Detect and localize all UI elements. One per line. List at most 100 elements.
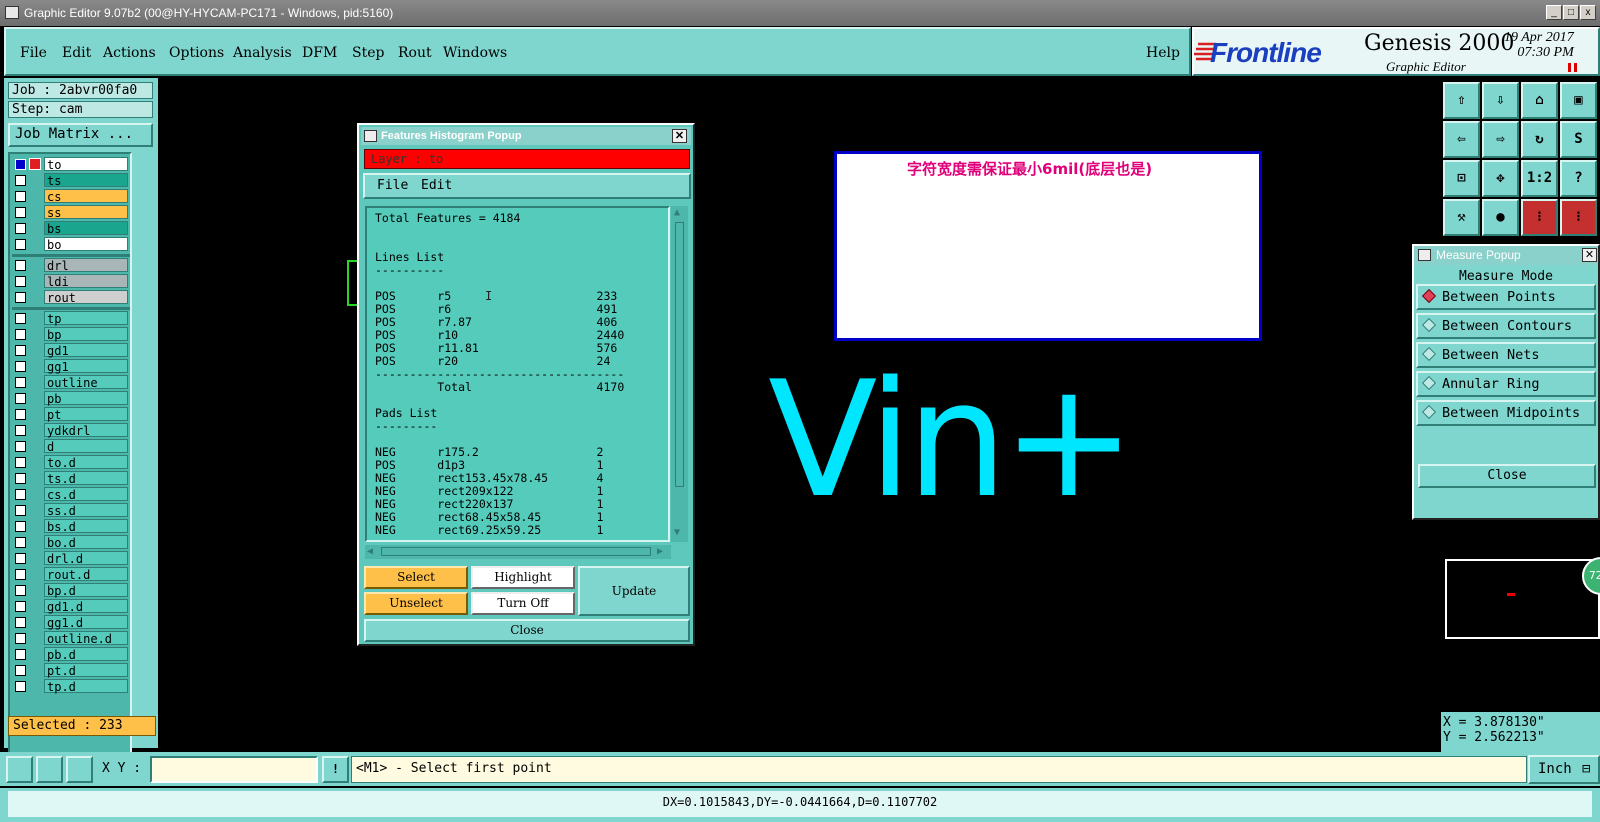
option-between-contours[interactable]: Between Contours bbox=[1416, 313, 1596, 339]
layer-row[interactable]: gd1.d bbox=[12, 599, 130, 614]
layer-row[interactable]: gd1 bbox=[12, 343, 130, 358]
layer-row[interactable]: pb.d bbox=[12, 647, 130, 662]
layer-checkbox[interactable] bbox=[15, 313, 26, 324]
highlight-button[interactable]: Highlight bbox=[471, 566, 575, 589]
unselect-button[interactable]: Unselect bbox=[364, 592, 468, 615]
hscroll-thumb[interactable] bbox=[381, 547, 651, 556]
layer-checkbox[interactable] bbox=[15, 553, 26, 564]
redraw-icon[interactable]: S bbox=[1560, 121, 1597, 158]
layer-row[interactable]: to.d bbox=[12, 455, 130, 470]
vertical-scrollbar[interactable]: ▲ ▼ bbox=[671, 206, 688, 542]
angle-icon[interactable] bbox=[36, 756, 63, 783]
zoom-in-icon[interactable]: ✥ bbox=[1482, 160, 1519, 197]
layer-row[interactable]: pt bbox=[12, 407, 130, 422]
layer-checkbox[interactable] bbox=[15, 239, 26, 250]
layer-row[interactable]: bs bbox=[12, 221, 130, 236]
layer-checkbox[interactable] bbox=[15, 223, 26, 234]
layer-row[interactable]: cs.d bbox=[12, 487, 130, 502]
option-between-midpoints[interactable]: Between Midpoints bbox=[1416, 400, 1596, 426]
units-select[interactable]: Inch ⊟ bbox=[1528, 755, 1600, 784]
popup-menu-file[interactable]: File bbox=[377, 175, 408, 197]
layer-checkbox[interactable] bbox=[15, 601, 26, 612]
overview-minimap[interactable] bbox=[1445, 559, 1600, 639]
layer-row[interactable]: ss bbox=[12, 205, 130, 220]
layer-row[interactable]: drl.d bbox=[12, 551, 130, 566]
option-between-nets[interactable]: Between Nets bbox=[1416, 342, 1596, 368]
layer-row[interactable]: bp bbox=[12, 327, 130, 342]
layer-checkbox[interactable] bbox=[15, 585, 26, 596]
menu-step[interactable]: Step bbox=[352, 45, 384, 61]
scale-ratio-button[interactable]: 1:2 bbox=[1521, 160, 1558, 197]
histogram-close-button[interactable]: Close bbox=[364, 619, 690, 642]
layer-checkbox[interactable] bbox=[15, 441, 26, 452]
layer-row[interactable]: gg1 bbox=[12, 359, 130, 374]
scroll-up-icon[interactable]: ▲ bbox=[674, 208, 684, 218]
layer-checkbox[interactable] bbox=[15, 191, 26, 202]
popup-menu-edit[interactable]: Edit bbox=[421, 175, 452, 197]
menu-edit[interactable]: Edit bbox=[62, 45, 91, 61]
layer-row[interactable]: rout.d bbox=[12, 567, 130, 582]
layer-checkbox[interactable] bbox=[15, 569, 26, 580]
zoom-fit-icon[interactable]: ⊡ bbox=[1443, 160, 1480, 197]
layer-row[interactable]: gg1.d bbox=[12, 615, 130, 630]
horizontal-scrollbar[interactable]: ◀ ▶ bbox=[365, 545, 671, 559]
layer-checkbox[interactable] bbox=[15, 292, 26, 303]
zoom-home-icon[interactable]: ⇧ bbox=[1443, 82, 1480, 119]
layer-checkbox[interactable] bbox=[15, 175, 26, 186]
menu-dfm[interactable]: DFM bbox=[302, 45, 337, 61]
layer-checkbox[interactable] bbox=[15, 425, 26, 436]
home-icon[interactable]: ⌂ bbox=[1521, 82, 1558, 119]
pan-down-icon[interactable]: ⇩ bbox=[1482, 82, 1519, 119]
layer-row[interactable]: pt.d bbox=[12, 663, 130, 678]
snap-grid-icon[interactable] bbox=[6, 756, 33, 783]
measure-close-button[interactable]: Close bbox=[1418, 464, 1596, 488]
net-compare-icon[interactable]: ⁝ bbox=[1560, 199, 1597, 236]
layer-checkbox[interactable] bbox=[15, 473, 26, 484]
close-icon[interactable]: x bbox=[1580, 5, 1596, 20]
layer-row[interactable]: rout bbox=[12, 290, 130, 305]
scroll-down-icon[interactable]: ▼ bbox=[674, 528, 684, 538]
xy-input[interactable] bbox=[150, 756, 318, 783]
wrench-icon[interactable]: ⚒ bbox=[1443, 199, 1480, 236]
layer-row[interactable]: pb bbox=[12, 391, 130, 406]
layer-row[interactable]: bo bbox=[12, 237, 130, 252]
layer-row[interactable]: outline bbox=[12, 375, 130, 390]
update-button[interactable]: Update bbox=[578, 566, 690, 616]
scroll-thumb[interactable] bbox=[675, 222, 684, 487]
menu-file[interactable]: File bbox=[20, 45, 47, 61]
close-icon[interactable]: ✕ bbox=[672, 129, 687, 143]
option-between-points[interactable]: Between Points bbox=[1416, 284, 1596, 310]
layer-checkbox[interactable] bbox=[15, 617, 26, 628]
layer-checkbox[interactable] bbox=[15, 393, 26, 404]
select-button[interactable]: Select bbox=[364, 566, 468, 589]
scroll-left-icon[interactable]: ◀ bbox=[367, 546, 373, 558]
layer-checkbox[interactable] bbox=[15, 457, 26, 468]
layer-checkbox[interactable] bbox=[15, 329, 26, 340]
layer-row[interactable]: bs.d bbox=[12, 519, 130, 534]
layer-row[interactable]: tp.d bbox=[12, 679, 130, 694]
layer-row[interactable]: ldi bbox=[12, 274, 130, 289]
layer-row[interactable]: outline.d bbox=[12, 631, 130, 646]
layer-checkbox[interactable] bbox=[15, 537, 26, 548]
menu-options[interactable]: Options bbox=[169, 45, 224, 61]
layer-row[interactable]: ts.d bbox=[12, 471, 130, 486]
layer-row[interactable]: cs bbox=[12, 189, 130, 204]
layer-checkbox[interactable] bbox=[15, 276, 26, 287]
layer-checkbox[interactable] bbox=[15, 345, 26, 356]
menu-actions[interactable]: Actions bbox=[103, 45, 156, 61]
close-icon[interactable]: ✕ bbox=[1582, 248, 1597, 262]
layer-checkbox[interactable] bbox=[15, 665, 26, 676]
layer-row[interactable]: d bbox=[12, 439, 130, 454]
layer-checkbox[interactable] bbox=[15, 681, 26, 692]
layer-row[interactable]: tp bbox=[12, 311, 130, 326]
layer-row[interactable]: ts bbox=[12, 173, 130, 188]
layer-checkbox[interactable] bbox=[15, 377, 26, 388]
pan-right-icon[interactable]: ⇨ bbox=[1482, 121, 1519, 158]
layer-row[interactable]: to bbox=[12, 157, 130, 172]
layer-row[interactable]: ydkdrl bbox=[12, 423, 130, 438]
layer-checkbox[interactable] bbox=[15, 649, 26, 660]
alert-icon[interactable]: ! bbox=[322, 756, 349, 783]
layer-checkbox[interactable] bbox=[15, 260, 26, 271]
layer-checkbox[interactable] bbox=[15, 409, 26, 420]
layer-row[interactable]: drl bbox=[12, 258, 130, 273]
